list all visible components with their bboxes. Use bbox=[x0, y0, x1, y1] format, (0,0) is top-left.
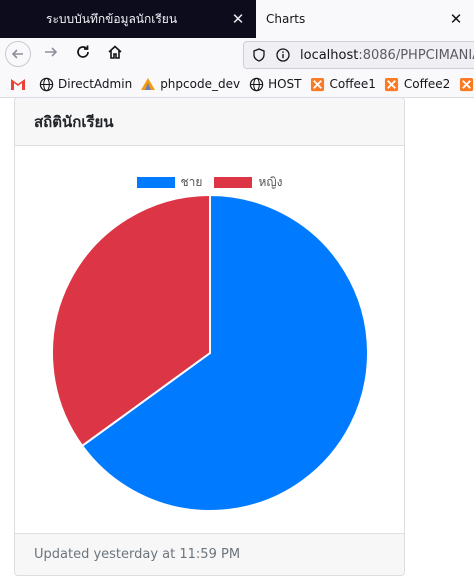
reload-button[interactable] bbox=[68, 40, 98, 68]
student-stats-card: สถิตินักเรียน ชาย หญิง Updated yesterday… bbox=[14, 97, 405, 576]
bookmark-gmail[interactable] bbox=[10, 76, 30, 92]
navigation-toolbar: localhost:8086/PHPCIMANIA bbox=[0, 38, 474, 71]
back-button[interactable] bbox=[3, 40, 33, 68]
bookmarks-bar: DirectAdmin phpcode_dev HOST Coffee1 Cof… bbox=[0, 71, 474, 98]
close-icon[interactable]: ✕ bbox=[226, 10, 250, 28]
tab-label: Charts bbox=[266, 12, 306, 26]
globe-icon bbox=[38, 76, 54, 92]
tab-label: ระบบบันทึกข้อมูลนักเรียน bbox=[46, 11, 178, 26]
address-bar[interactable]: localhost:8086/PHPCIMANIA bbox=[243, 41, 474, 69]
bookmark-coffee1[interactable]: Coffee1 bbox=[310, 76, 376, 92]
xampp-icon bbox=[384, 76, 400, 92]
url-host: localhost bbox=[300, 47, 359, 63]
bookmark-label: Coffee2 bbox=[403, 77, 451, 91]
pie-chart bbox=[51, 193, 369, 512]
tab-charts[interactable]: Charts ✕ bbox=[256, 0, 474, 38]
arrow-left-icon bbox=[5, 41, 31, 67]
bookmark-ph[interactable]: PH bbox=[458, 76, 474, 92]
bookmark-phpcode-dev[interactable]: phpcode_dev bbox=[140, 76, 240, 92]
home-button[interactable] bbox=[100, 40, 130, 68]
close-icon[interactable]: ✕ bbox=[444, 10, 468, 28]
forward-button[interactable] bbox=[36, 40, 66, 68]
reload-icon bbox=[75, 44, 91, 64]
tab-student-records[interactable]: ระบบบันทึกข้อมูลนักเรียน ✕ bbox=[38, 0, 256, 38]
url-rest: :8086/PHPCIMANIA bbox=[358, 47, 474, 63]
xampp-icon bbox=[310, 76, 326, 92]
shield-icon[interactable] bbox=[250, 46, 268, 64]
pma-icon bbox=[140, 76, 156, 92]
tab-strip: ระบบบันทึกข้อมูลนักเรียน ✕ Charts ✕ bbox=[0, 0, 474, 38]
bookmark-label: DirectAdmin bbox=[58, 77, 133, 91]
card-footer: Updated yesterday at 11:59 PM bbox=[15, 533, 404, 575]
home-icon bbox=[107, 44, 123, 64]
arrow-right-icon bbox=[43, 44, 59, 64]
bookmark-host[interactable]: HOST bbox=[248, 76, 302, 92]
bookmark-label: phpcode_dev bbox=[160, 77, 241, 91]
globe-icon bbox=[248, 76, 264, 92]
bookmark-directadmin[interactable]: DirectAdmin bbox=[38, 76, 132, 92]
xampp-icon bbox=[458, 76, 474, 92]
url-text: localhost:8086/PHPCIMANIA bbox=[300, 48, 474, 63]
bookmark-coffee2[interactable]: Coffee2 bbox=[384, 76, 450, 92]
bookmark-label: Coffee1 bbox=[329, 77, 376, 91]
gmail-icon bbox=[10, 76, 26, 92]
info-icon[interactable] bbox=[274, 46, 292, 64]
bookmark-label: HOST bbox=[268, 77, 302, 91]
